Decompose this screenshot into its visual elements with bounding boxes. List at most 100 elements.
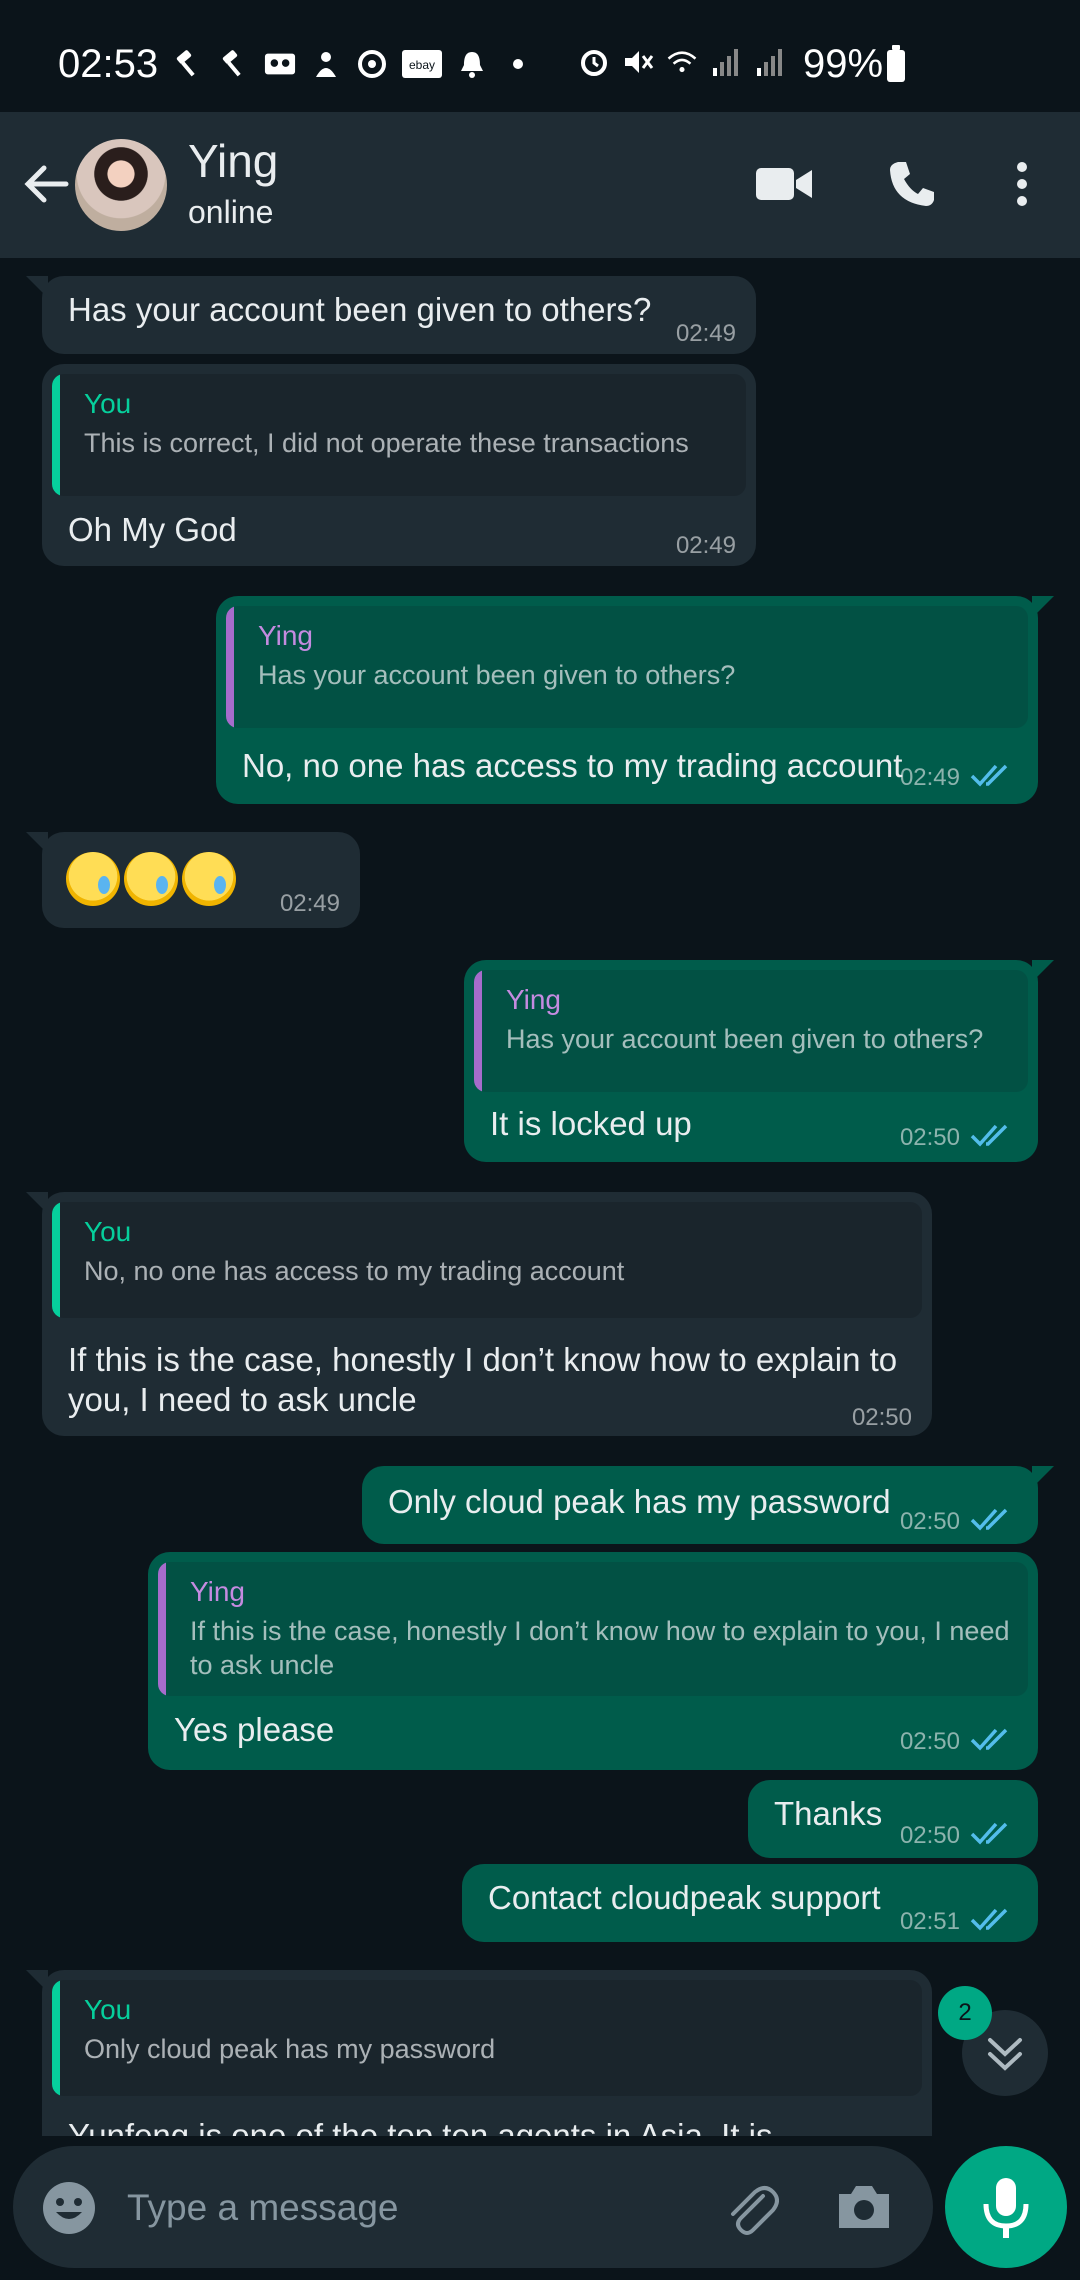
message-incoming[interactable]: You No, no one has access to my trading … bbox=[26, 1192, 932, 1436]
read-receipt-icon bbox=[970, 1908, 1008, 1931]
quoted-message[interactable]: You Only cloud peak has my password bbox=[52, 1980, 922, 2096]
unread-badge: 2 bbox=[938, 1986, 992, 2040]
quote-author: Ying bbox=[506, 984, 562, 1015]
sync-icon bbox=[356, 48, 388, 80]
video-camera-icon bbox=[756, 168, 812, 200]
attach-icon[interactable] bbox=[723, 2178, 779, 2238]
message-text: It is locked up bbox=[490, 1105, 692, 1142]
message-incoming[interactable]: You Only cloud peak has my password Yunf… bbox=[26, 1970, 932, 2136]
message-time: 02:50 bbox=[899, 1124, 960, 1151]
message-outgoing[interactable]: Thanks 02:50 bbox=[748, 1780, 1038, 1858]
auction-icon bbox=[218, 48, 250, 80]
message-text: Oh My God bbox=[68, 511, 237, 548]
bell-icon bbox=[456, 48, 488, 80]
quote-bar bbox=[52, 374, 60, 496]
crying-emoji-icon bbox=[66, 852, 120, 906]
quote-author: Ying bbox=[190, 1576, 246, 1607]
quote-bar bbox=[474, 970, 482, 1092]
read-receipt-icon bbox=[970, 1124, 1008, 1147]
menu-button[interactable] bbox=[990, 152, 1054, 216]
quote-author: Ying bbox=[258, 620, 314, 651]
phone-icon bbox=[890, 162, 934, 206]
alarm-icon bbox=[578, 46, 610, 78]
notification-icons: ebay bbox=[172, 48, 534, 80]
read-receipt-icon bbox=[970, 1508, 1008, 1531]
composer bbox=[13, 2146, 933, 2268]
message-time: 02:50 bbox=[899, 1508, 960, 1535]
message-outgoing[interactable]: Ying Has your account been given to othe… bbox=[464, 960, 1054, 1162]
dot-icon bbox=[502, 48, 534, 80]
more-vertical-icon bbox=[1017, 162, 1027, 206]
ebay-label: ebay bbox=[409, 58, 435, 72]
message-time: 02:50 bbox=[851, 1404, 912, 1431]
quoted-message[interactable]: Ying If this is the case, honestly I don… bbox=[158, 1562, 1028, 1696]
message-outgoing[interactable]: Only cloud peak has my password 02:50 bbox=[362, 1466, 1054, 1544]
message-text: If this is the case, honestly I don’t kn… bbox=[68, 1341, 898, 1418]
contact-name[interactable]: Ying bbox=[188, 134, 278, 188]
message-time: 02:50 bbox=[899, 1822, 960, 1849]
quoted-message[interactable]: You No, no one has access to my trading … bbox=[52, 1202, 922, 1318]
message-text: No, no one has access to my trading acco… bbox=[242, 747, 903, 784]
message-list[interactable]: Has your account been given to others? 0… bbox=[0, 258, 1080, 2136]
voice-call-button[interactable] bbox=[880, 152, 944, 216]
message-time: 02:51 bbox=[899, 1908, 960, 1935]
signal-icon bbox=[710, 46, 742, 78]
quote-text: No, no one has access to my trading acco… bbox=[84, 1256, 625, 1286]
quote-author: You bbox=[84, 1994, 132, 2025]
auction-icon bbox=[172, 48, 204, 80]
message-outgoing[interactable]: Contact cloudpeak support 02:51 bbox=[462, 1864, 1038, 1942]
battery-level: 99% bbox=[803, 42, 884, 86]
quote-text: This is correct, I did not operate these… bbox=[84, 428, 689, 458]
microphone-icon bbox=[983, 2178, 1029, 2238]
composer-bar bbox=[0, 2136, 1080, 2280]
back-button[interactable] bbox=[18, 156, 74, 212]
crying-emoji-icon bbox=[182, 852, 236, 906]
message-outgoing[interactable]: Ying Has your account been given to othe… bbox=[216, 596, 1054, 804]
message-text: Has your account been given to others? bbox=[68, 291, 652, 328]
message-input[interactable] bbox=[125, 2182, 689, 2234]
message-text: Only cloud peak has my password bbox=[388, 1483, 891, 1520]
quoted-message[interactable]: You This is correct, I did not operate t… bbox=[52, 374, 746, 496]
battery-icon bbox=[887, 45, 905, 82]
message-time: 02:50 bbox=[899, 1728, 960, 1755]
message-incoming[interactable]: 02:49 bbox=[26, 832, 360, 928]
chat-header: Ying online bbox=[0, 112, 1080, 258]
avatar[interactable] bbox=[75, 139, 167, 231]
quoted-message[interactable]: Ying Has your account been given to othe… bbox=[474, 970, 1028, 1092]
camera-icon[interactable] bbox=[835, 2180, 893, 2232]
message-time: 02:49 bbox=[675, 320, 736, 347]
system-icons bbox=[578, 46, 786, 78]
message-text: Yunfeng is one of the top ten agents in … bbox=[68, 2117, 773, 2136]
emoji-icon[interactable] bbox=[41, 2180, 97, 2236]
quote-text: Has your account been given to others? bbox=[258, 660, 736, 690]
read-receipt-icon bbox=[970, 764, 1008, 787]
ebay-icon: ebay bbox=[402, 48, 442, 80]
quote-text: If this is the case, honestly I don’t kn… bbox=[190, 1616, 1010, 1680]
message-incoming[interactable]: Has your account been given to others? 0… bbox=[26, 276, 756, 354]
message-time: 02:49 bbox=[675, 532, 736, 559]
quote-bar bbox=[52, 1980, 60, 2096]
status-time: 02:53 bbox=[58, 42, 159, 86]
message-text: Thanks bbox=[774, 1795, 883, 1832]
arrow-left-icon bbox=[24, 165, 69, 203]
quote-bar bbox=[52, 1202, 60, 1318]
signal-icon bbox=[754, 46, 786, 78]
voicemail-icon bbox=[264, 48, 296, 80]
message-time: 02:49 bbox=[279, 890, 340, 917]
crying-emoji-icon bbox=[124, 852, 178, 906]
person-icon bbox=[310, 48, 342, 80]
voice-message-button[interactable] bbox=[945, 2146, 1067, 2268]
quote-bar bbox=[226, 606, 234, 728]
message-outgoing[interactable]: Ying If this is the case, honestly I don… bbox=[148, 1552, 1038, 1770]
quote-text: Has your account been given to others? bbox=[506, 1024, 984, 1054]
video-call-button[interactable] bbox=[752, 152, 816, 216]
mute-icon bbox=[622, 46, 654, 78]
quote-author: You bbox=[84, 1216, 132, 1247]
read-receipt-icon bbox=[970, 1822, 1008, 1845]
quote-author: You bbox=[84, 388, 132, 419]
quoted-message[interactable]: Ying Has your account been given to othe… bbox=[226, 606, 1028, 728]
contact-status: online bbox=[188, 194, 274, 230]
quote-bar bbox=[158, 1562, 166, 1696]
quote-text: Only cloud peak has my password bbox=[84, 2034, 496, 2064]
message-incoming[interactable]: You This is correct, I did not operate t… bbox=[42, 364, 756, 566]
